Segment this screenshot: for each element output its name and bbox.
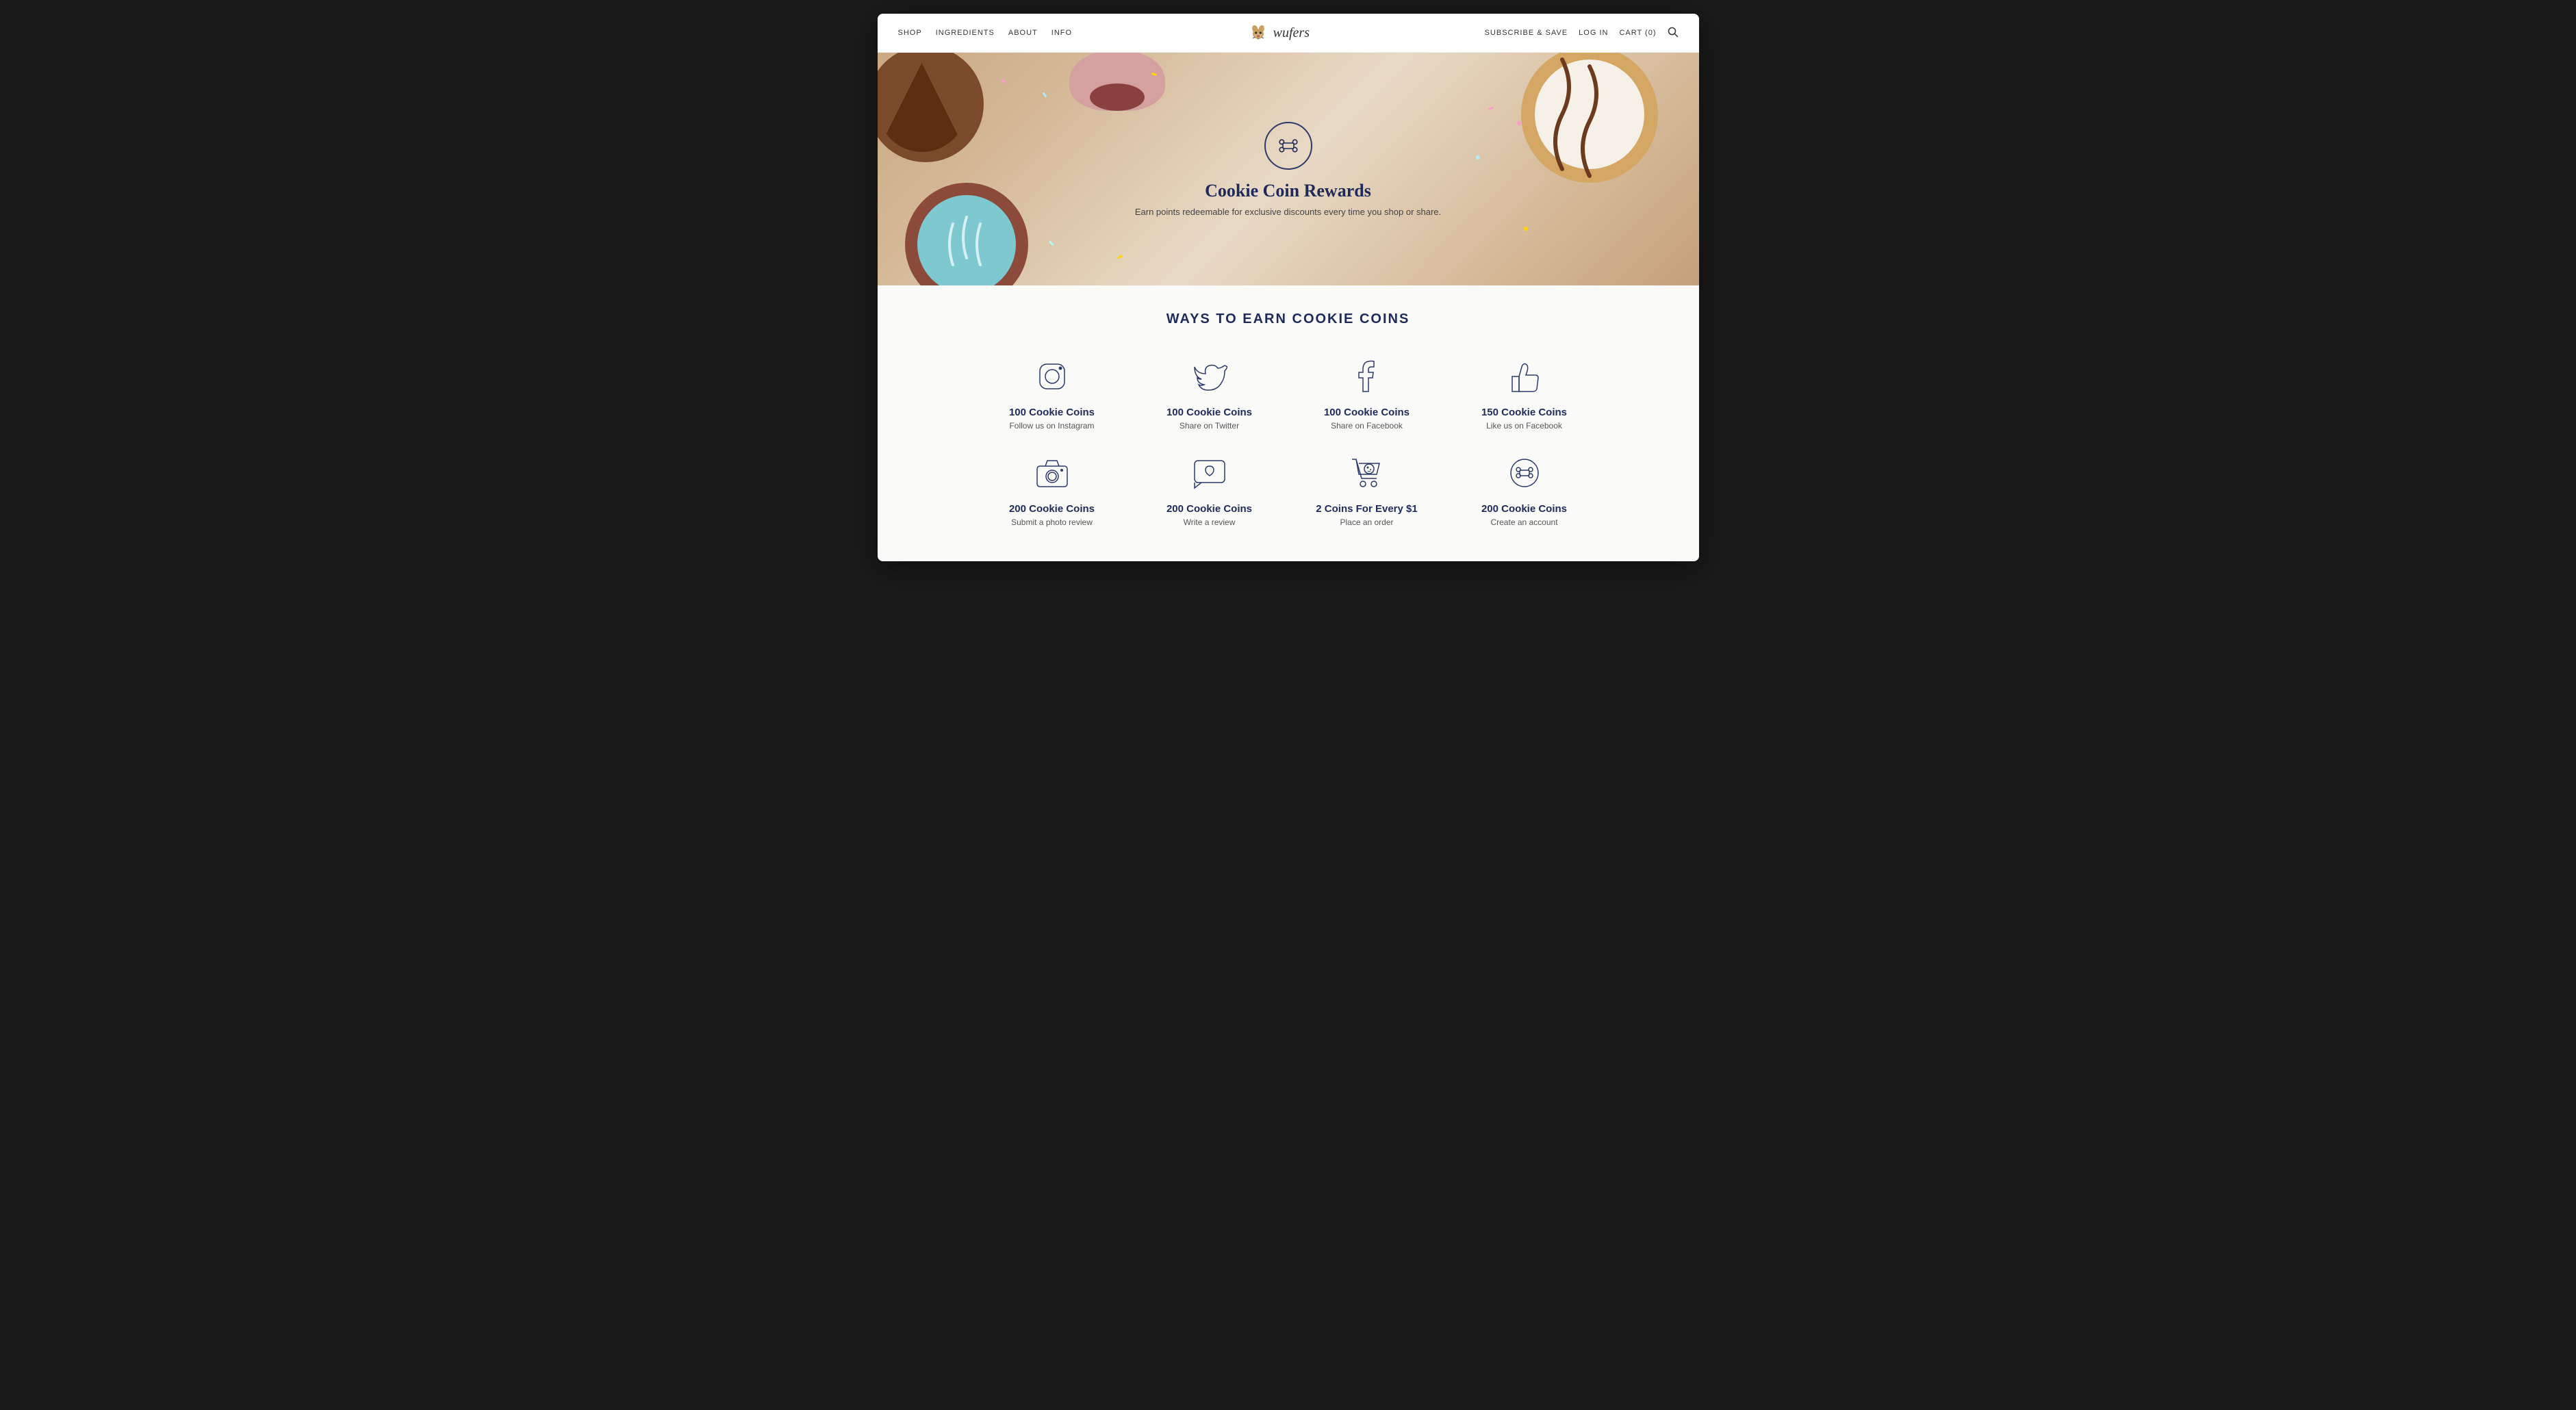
reward-twitter[interactable]: 100 Cookie Coins Share on Twitter [1138,355,1281,431]
deco-cookie-4 [905,183,1035,285]
hero-bone-icon [1264,122,1312,170]
navbar: SHOP INGREDIENTS ABOUT INFO wufers SUBS [878,14,1699,53]
nav-shop[interactable]: SHOP [898,29,922,37]
browser-window: SHOP INGREDIENTS ABOUT INFO wufers SUBS [878,14,1699,561]
instagram-desc: Follow us on Instagram [1009,421,1094,431]
facebook-share-desc: Share on Facebook [1331,421,1403,431]
reward-instagram[interactable]: 100 Cookie Coins Follow us on Instagram [980,355,1124,431]
reward-place-order[interactable]: 2 Coins For Every $1 Place an order [1295,451,1439,527]
hero-section: Cookie Coin Rewards Earn points redeemab… [878,53,1699,285]
photo-review-desc: Submit a photo review [1011,517,1093,527]
cookie-circle-icon [1503,451,1546,495]
facebook-like-desc: Like us on Facebook [1486,421,1562,431]
twitter-coins: 100 Cookie Coins [1166,407,1252,418]
nav-right: SUBSCRIBE & SAVE LOG IN CART (0) [1485,27,1679,40]
reward-photo-review[interactable]: 200 Cookie Coins Submit a photo review [980,451,1124,527]
hero-content: Cookie Coin Rewards Earn points redeemab… [1121,108,1455,231]
hero-title: Cookie Coin Rewards [1135,181,1441,201]
reward-facebook-like[interactable]: 150 Cookie Coins Like us on Facebook [1453,355,1596,431]
twitter-icon [1188,355,1232,398]
nav-info[interactable]: INFO [1051,29,1072,37]
sprinkle-7 [1517,121,1521,125]
search-button[interactable] [1668,27,1679,40]
nav-subscribe[interactable]: SUBSCRIBE & SAVE [1485,29,1568,37]
write-review-desc: Write a review [1184,517,1236,527]
instagram-coins: 100 Cookie Coins [1009,407,1095,418]
nav-login[interactable]: LOG IN [1579,29,1608,37]
cart-cookie-icon [1345,451,1389,495]
facebook-like-coins: 150 Cookie Coins [1481,407,1567,418]
deco-cookie-3 [1521,53,1672,196]
dog-logo-icon [1247,22,1269,44]
nav-left: SHOP INGREDIENTS ABOUT INFO [898,29,1073,37]
photo-review-coins: 200 Cookie Coins [1009,503,1095,515]
nav-logo[interactable]: wufers [1247,22,1310,44]
logo-text: wufers [1273,25,1310,41]
reward-facebook-share[interactable]: 100 Cookie Coins Share on Facebook [1295,355,1439,431]
sprinkle-9 [1524,227,1528,231]
nav-about[interactable]: ABOUT [1008,29,1038,37]
create-account-desc: Create an account [1490,517,1557,527]
deco-cookie-2 [1069,53,1165,111]
place-order-desc: Place an order [1340,517,1393,527]
place-order-coins: 2 Coins For Every $1 [1316,503,1417,515]
instagram-icon [1030,355,1074,398]
thumbsup-icon [1503,355,1546,398]
heart-message-icon [1188,451,1232,495]
hero-subtitle: Earn points redeemable for exclusive dis… [1135,207,1441,217]
write-review-coins: 200 Cookie Coins [1166,503,1252,515]
twitter-desc: Share on Twitter [1179,421,1239,431]
rewards-section: WAYS TO EARN COOKIE COINS 100 Cookie Coi… [878,284,1699,561]
reward-write-review[interactable]: 200 Cookie Coins Write a review [1138,451,1281,527]
facebook-share-coins: 100 Cookie Coins [1324,407,1410,418]
facebook-icon [1345,355,1389,398]
nav-cart[interactable]: CART (0) [1619,29,1656,37]
rewards-grid-row1: 100 Cookie Coins Follow us on Instagram … [980,355,1596,431]
create-account-coins: 200 Cookie Coins [1481,503,1567,515]
reward-create-account[interactable]: 200 Cookie Coins Create an account [1453,451,1596,527]
sprinkle-8 [1476,155,1480,159]
rewards-section-title: WAYS TO EARN COOKIE COINS [898,311,1679,327]
camera-icon [1030,451,1074,495]
rewards-grid-row2: 200 Cookie Coins Submit a photo review 2… [980,451,1596,527]
nav-ingredients[interactable]: INGREDIENTS [936,29,995,37]
